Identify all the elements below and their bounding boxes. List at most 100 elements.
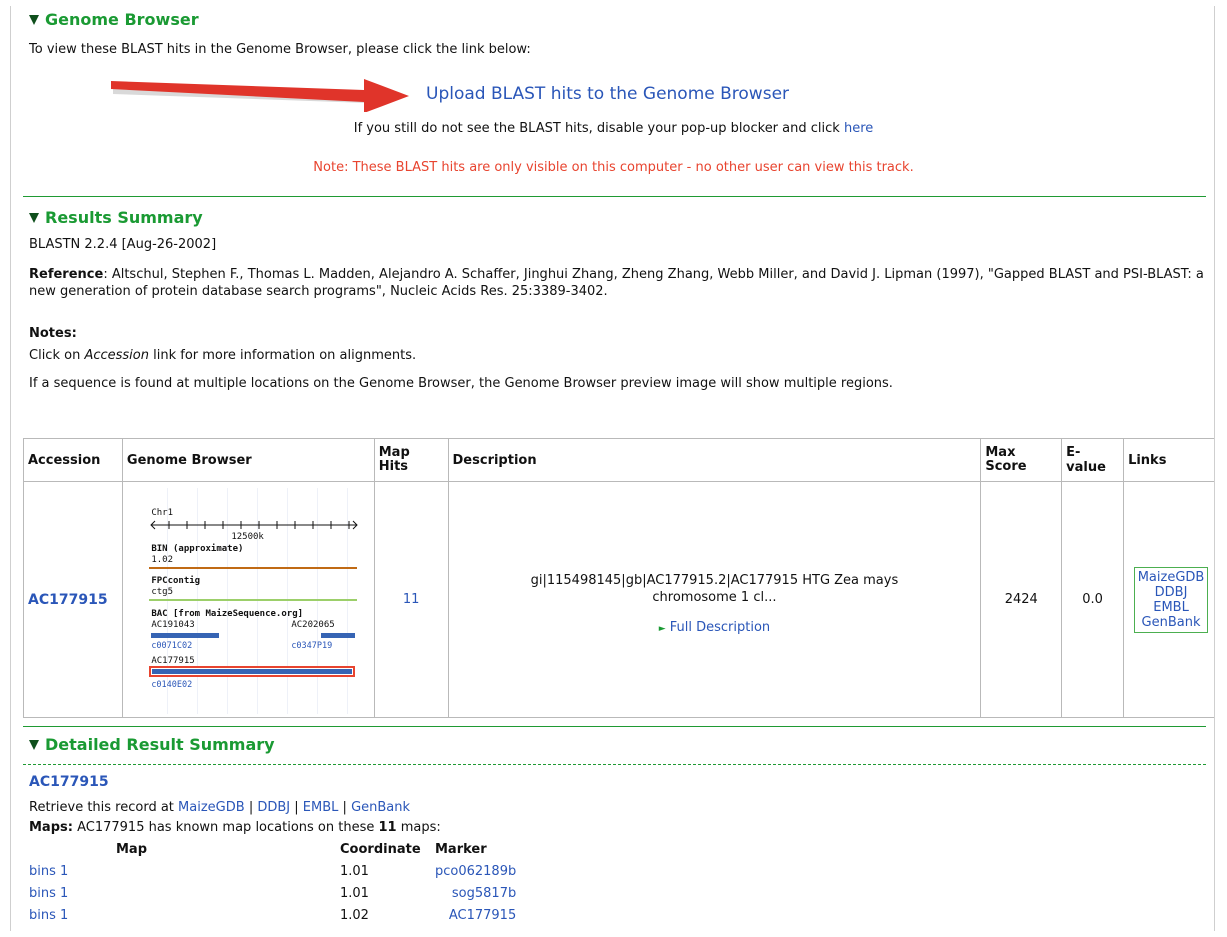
- bin-track-label: BIN (approximate): [151, 543, 244, 554]
- red-arrow-icon: [111, 79, 409, 112]
- external-links-box: MaizeGDB DDBJ EMBL GenBank: [1133, 566, 1209, 633]
- map-link[interactable]: bins 1: [29, 886, 68, 901]
- header-evalue: E-value: [1061, 438, 1125, 482]
- reference-paragraph: Reference: Altschul, Stephen F., Thomas …: [29, 266, 1209, 300]
- bac-bar-1: [151, 632, 220, 638]
- table-row: AC177915 Chr1 12500k BIN (approximate) 1…: [23, 481, 1214, 718]
- upload-blast-hits-link[interactable]: Upload BLAST hits to the Genome Browser: [426, 84, 789, 104]
- bac-label-2: AC202065: [291, 619, 335, 630]
- reference-text: : Altschul, Stephen F., Thomas L. Madden…: [29, 267, 1204, 299]
- maps-header-map: Map: [116, 841, 148, 857]
- full-description-link[interactable]: Full Description: [670, 620, 770, 635]
- bac-link-1[interactable]: c0071C02: [151, 641, 192, 651]
- cell-description: gi|115498145|gb|AC177915.2|AC177915 HTG …: [447, 481, 982, 718]
- fpc-track-line: [149, 598, 358, 601]
- maps-pre: AC177915 has known map locations on thes…: [77, 820, 375, 835]
- marker-link[interactable]: sog5817b: [452, 886, 516, 901]
- note-multiple-locations: If a sequence is found at multiple locat…: [29, 376, 893, 391]
- visibility-note: Note: These BLAST hits are only visible …: [313, 160, 914, 175]
- header-accession: Accession: [23, 438, 123, 482]
- dashed-divider: [23, 764, 1206, 765]
- map-hits-link[interactable]: 11: [403, 592, 420, 607]
- genome-browser-preview[interactable]: Chr1 12500k BIN (approximate) 1.02 FPCco…: [137, 487, 360, 714]
- coordinate-value: 1.01: [340, 863, 369, 879]
- expand-triangle-icon: ►: [658, 624, 666, 634]
- results-summary-section-title[interactable]: Results Summary: [29, 208, 203, 227]
- link-ddbj[interactable]: DDBJ: [1138, 585, 1205, 600]
- retrieve-separator: |: [342, 800, 347, 815]
- popup-text: If you still do not see the BLAST hits, …: [353, 121, 840, 136]
- link-maizegdb[interactable]: MaizeGDB: [1138, 570, 1205, 585]
- detailed-summary-title: Detailed Result Summary: [45, 735, 275, 754]
- reference-label: Reference: [29, 267, 104, 282]
- genome-browser-section-title[interactable]: Genome Browser: [29, 10, 199, 29]
- maps-header-row: Map Coordinate Marker: [29, 838, 516, 860]
- table-row: bins 1 1.01 pco062189b: [29, 860, 516, 882]
- retrieve-separator: |: [294, 800, 299, 815]
- map-link[interactable]: bins 1: [29, 908, 68, 923]
- bac-bar-2: [321, 632, 356, 638]
- here-link[interactable]: here: [844, 121, 873, 136]
- collapse-triangle-icon[interactable]: [29, 14, 39, 25]
- coordinate-value: 1.02: [340, 907, 369, 923]
- table-header-row: Accession Genome Browser Map Hits Descri…: [23, 438, 1214, 482]
- scale-label: 12500k: [231, 531, 264, 542]
- bac-label-3: AC177915: [151, 655, 195, 666]
- bac-link-2[interactable]: c0347P19: [291, 641, 332, 651]
- header-map-hits: Map Hits: [373, 438, 449, 482]
- header-genome-browser: Genome Browser: [121, 438, 375, 482]
- maps-summary-line: Maps: AC177915 has known map locations o…: [29, 820, 441, 835]
- retrieve-embl-link[interactable]: EMBL: [303, 800, 339, 815]
- highlight-box: [149, 665, 356, 677]
- detailed-summary-section-title[interactable]: Detailed Result Summary: [29, 735, 275, 754]
- page-frame: Genome Browser To view these BLAST hits …: [10, 6, 1215, 931]
- marker-link[interactable]: pco062189b: [435, 864, 516, 879]
- fpc-track-label: FPCcontig: [151, 575, 201, 586]
- maps-table: Map Coordinate Marker bins 1 1.01 pco062…: [29, 838, 516, 926]
- maps-post: maps:: [400, 820, 441, 835]
- retrieve-record-line: Retrieve this record at MaizeGDB | DDBJ …: [29, 800, 410, 815]
- retrieve-ddbj-link[interactable]: DDBJ: [257, 800, 290, 815]
- retrieve-pre: Retrieve this record at: [29, 800, 174, 815]
- cell-evalue: 0.0: [1061, 481, 1125, 718]
- genome-browser-intro: To view these BLAST hits in the Genome B…: [29, 42, 531, 57]
- table-row: bins 1 1.02 AC177915: [29, 904, 516, 926]
- bin-track-line: [149, 566, 358, 569]
- full-description-toggle[interactable]: ► Full Description: [489, 620, 941, 635]
- results-table: Accession Genome Browser Map Hits Descri…: [23, 438, 1214, 718]
- retrieve-maizegdb-link[interactable]: MaizeGDB: [178, 800, 245, 815]
- header-description: Description: [447, 438, 982, 482]
- cell-max-score: 2424: [980, 481, 1063, 718]
- map-link[interactable]: bins 1: [29, 864, 68, 879]
- cell-map-hits: 11: [373, 481, 449, 718]
- collapse-triangle-icon[interactable]: [29, 739, 39, 750]
- cell-links: MaizeGDB DDBJ EMBL GenBank: [1123, 481, 1214, 718]
- results-summary-title: Results Summary: [45, 208, 203, 227]
- link-genbank[interactable]: GenBank: [1138, 615, 1205, 630]
- chr-label: Chr1: [151, 507, 173, 518]
- retrieve-genbank-link[interactable]: GenBank: [351, 800, 410, 815]
- section-divider: [23, 726, 1206, 727]
- cell-genome-browser: Chr1 12500k BIN (approximate) 1.02 FPCco…: [121, 481, 375, 718]
- accession-link[interactable]: AC177915: [28, 592, 108, 608]
- popup-blocker-text: If you still do not see the BLAST hits, …: [11, 121, 1214, 136]
- bac-link-3[interactable]: c0140E02: [151, 680, 192, 690]
- notes-label: Notes:: [29, 326, 77, 341]
- cell-accession: AC177915: [23, 481, 123, 718]
- coordinate-value: 1.01: [340, 885, 369, 901]
- scale-ruler-icon: [150, 520, 359, 529]
- fpc-value: ctg5: [151, 586, 173, 597]
- maps-header-coordinate: Coordinate: [340, 841, 421, 857]
- marker-link[interactable]: AC177915: [449, 908, 516, 923]
- collapse-triangle-icon[interactable]: [29, 212, 39, 223]
- bac-bar-3: [152, 668, 353, 674]
- bin-value: 1.02: [151, 554, 173, 565]
- genome-browser-title: Genome Browser: [45, 10, 199, 29]
- link-embl[interactable]: EMBL: [1138, 600, 1205, 615]
- maps-count: 11: [378, 820, 397, 835]
- bac-label-1: AC191043: [151, 619, 195, 630]
- header-links: Links: [1123, 438, 1214, 482]
- detailed-accession-link[interactable]: AC177915: [29, 774, 109, 790]
- note-accession-post: link for more information on alignments.: [148, 348, 417, 363]
- note-accession: Click on Accession link for more informa…: [29, 348, 416, 363]
